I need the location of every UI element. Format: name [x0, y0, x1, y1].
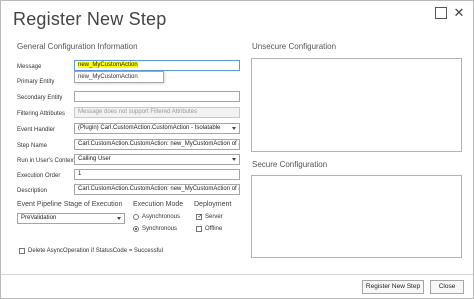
event-handler-label: Event Handler: [17, 127, 56, 133]
secondary-entity-label: Secondary Entity: [17, 95, 63, 101]
step-name-input[interactable]: Carl.CustomAction.CustomAction: new_MyCu…: [74, 139, 240, 150]
step-name-label: Step Name: [17, 143, 48, 149]
delete-async-label: Delete AsyncOperation if StatusCode = Su…: [28, 248, 163, 254]
async-radio[interactable]: [133, 214, 139, 220]
unsecure-config-textarea[interactable]: [251, 58, 462, 152]
secondary-entity-input[interactable]: [74, 91, 240, 102]
sync-option[interactable]: Synchronous: [133, 226, 177, 232]
delete-async-option[interactable]: Delete AsyncOperation if StatusCode = Su…: [19, 248, 163, 254]
dialog-title: Register New Step: [13, 9, 167, 29]
server-option[interactable]: ✓ Server: [196, 214, 223, 220]
sync-label: Synchronous: [142, 226, 178, 232]
checkmark-icon: ✓: [197, 213, 203, 220]
primary-entity-label: Primary Entity: [17, 79, 55, 85]
maximize-icon[interactable]: [435, 7, 447, 19]
event-handler-select[interactable]: (Plugin) Carl.CustomAction.CustomAction …: [74, 123, 240, 134]
description-label: Description: [17, 188, 48, 194]
window-controls: ✕: [435, 6, 465, 19]
footer-divider: [1, 274, 473, 275]
close-button[interactable]: Close: [430, 280, 464, 294]
deployment-heading: Deployment: [194, 201, 232, 208]
message-label: Message: [17, 64, 42, 70]
execution-mode-heading: Execution Mode: [133, 201, 184, 208]
execution-order-label: Execution Order: [17, 173, 61, 179]
secure-config-textarea[interactable]: [251, 175, 462, 258]
run-context-select[interactable]: Calling User: [74, 154, 240, 165]
pipeline-stage-heading: Event Pipeline Stage of Execution: [17, 201, 123, 208]
run-context-value: Calling User: [78, 156, 111, 162]
offline-label: Offline: [205, 226, 223, 232]
description-input[interactable]: Carl.CustomAction.CustomAction: new_MyCu…: [74, 184, 240, 195]
message-input[interactable]: new_MyCustomAction: [74, 60, 240, 71]
async-option[interactable]: Asynchronous: [133, 214, 180, 220]
server-label: Server: [205, 214, 223, 220]
offline-checkbox[interactable]: [196, 226, 202, 232]
pipeline-stage-select[interactable]: PreValidation: [17, 213, 125, 224]
offline-option[interactable]: Offline: [196, 226, 222, 232]
message-suggestion[interactable]: new_MyCustomAction: [74, 71, 164, 83]
dialog-scrollbar[interactable]: [465, 31, 471, 271]
event-handler-value: (Plugin) Carl.CustomAction.CustomAction …: [78, 125, 221, 131]
server-checkbox[interactable]: ✓: [196, 213, 203, 220]
filtering-attributes-label: Filtering Attributes: [17, 111, 66, 117]
general-config-heading: General Configuration Information: [17, 42, 138, 51]
delete-async-checkbox[interactable]: [19, 248, 25, 254]
register-step-button[interactable]: Register New Step: [362, 280, 424, 294]
sync-radio[interactable]: [133, 226, 139, 232]
async-label: Asynchronous: [142, 214, 181, 220]
message-input-value: new_MyCustomAction: [78, 62, 138, 68]
run-context-label: Run in User's Context: [17, 158, 76, 164]
unsecure-config-heading: Unsecure Configuration: [252, 42, 337, 51]
register-step-dialog: Register New Step ✕ General Configuratio…: [0, 0, 474, 299]
secure-config-heading: Secure Configuration: [252, 160, 328, 169]
pipeline-stage-value: PreValidation: [21, 215, 57, 221]
execution-order-input[interactable]: 1: [74, 169, 240, 180]
filtering-attributes-placeholder: Message does not support Filtered Attrib…: [78, 109, 198, 115]
filtering-attributes-input: Message does not support Filtered Attrib…: [74, 107, 240, 118]
close-icon[interactable]: ✕: [453, 6, 465, 19]
